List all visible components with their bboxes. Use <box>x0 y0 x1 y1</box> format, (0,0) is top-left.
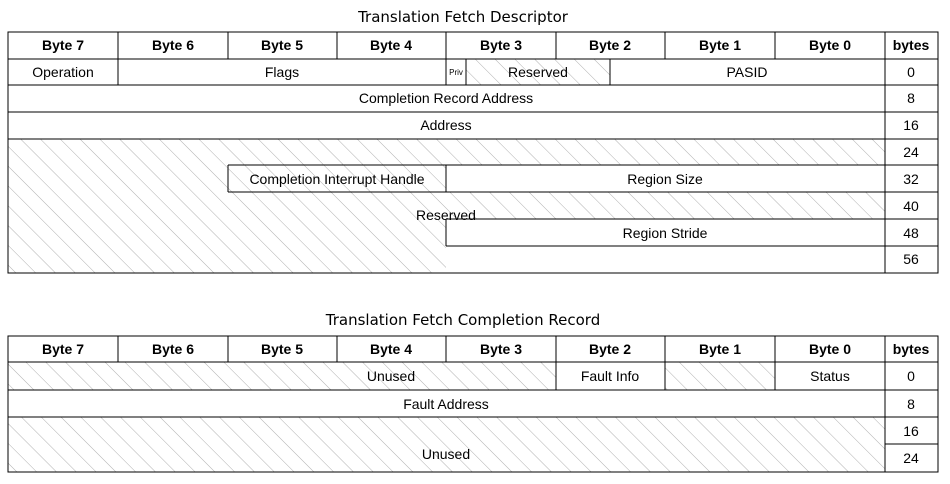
comp-offset-8: 8 <box>907 396 915 412</box>
hatch-unused-row0-left <box>8 362 556 390</box>
desc-offset-24: 24 <box>903 144 919 160</box>
field-completion-record-address: Completion Record Address <box>359 90 533 106</box>
desc-header-byte7: Byte 7 <box>42 37 84 53</box>
desc-offset-56: 56 <box>903 251 919 267</box>
desc-offset-48: 48 <box>903 225 919 241</box>
comp-offset-0: 0 <box>907 368 915 384</box>
field-status: Status <box>810 368 850 384</box>
comp-header-byte7: Byte 7 <box>42 341 84 357</box>
desc-header-byte2: Byte 2 <box>589 37 631 53</box>
field-pasid: PASID <box>727 64 768 80</box>
desc-offset-40: 40 <box>903 198 919 214</box>
field-priv: Priv <box>449 68 463 77</box>
desc-header-byte4: Byte 4 <box>370 37 412 53</box>
comp-header-byte0: Byte 0 <box>809 341 851 357</box>
desc-offset-0: 0 <box>907 64 915 80</box>
comp-header-byte5: Byte 5 <box>261 341 303 357</box>
field-reserved-block: Reserved <box>416 207 476 223</box>
comp-header-byte2: Byte 2 <box>589 341 631 357</box>
desc-header-byte1: Byte 1 <box>699 37 741 53</box>
desc-offset-32: 32 <box>903 171 919 187</box>
comp-header-bytes: bytes <box>893 341 930 357</box>
field-flags: Flags <box>265 64 299 80</box>
desc-header-byte3: Byte 3 <box>480 37 522 53</box>
field-operation: Operation <box>32 64 93 80</box>
desc-header-byte5: Byte 5 <box>261 37 303 53</box>
field-completion-interrupt-handle: Completion Interrupt Handle <box>249 171 424 187</box>
desc-offset-16: 16 <box>903 117 919 133</box>
comp-offset-16: 16 <box>903 423 919 439</box>
descriptor-table <box>7 31 939 274</box>
desc-offset-8: 8 <box>907 90 915 106</box>
comp-offset-24: 24 <box>903 450 919 466</box>
comp-header-byte6: Byte 6 <box>152 341 194 357</box>
desc-header-byte0: Byte 0 <box>809 37 851 53</box>
hatch-unused-row0-byte1 <box>665 362 775 390</box>
field-fault-address: Fault Address <box>403 396 489 412</box>
comp-header-byte1: Byte 1 <box>699 341 741 357</box>
field-address: Address <box>420 117 471 133</box>
layout-diagram: Byte 7 Byte 6 Byte 5 Byte 4 Byte 3 Byte … <box>7 31 939 473</box>
comp-header-byte3: Byte 3 <box>480 341 522 357</box>
field-region-size: Region Size <box>627 171 703 187</box>
hatch-reserved-block <box>8 139 885 273</box>
field-unused-row0: Unused <box>367 368 415 384</box>
desc-header-bytes: bytes <box>893 37 930 53</box>
desc-header-byte6: Byte 6 <box>152 37 194 53</box>
field-fault-info: Fault Info <box>581 368 640 384</box>
comp-header-byte4: Byte 4 <box>370 341 412 357</box>
field-region-stride: Region Stride <box>623 225 708 241</box>
hatch-unused-block <box>8 417 885 472</box>
field-reserved-row0: Reserved <box>508 64 568 80</box>
field-unused-block: Unused <box>422 446 470 462</box>
